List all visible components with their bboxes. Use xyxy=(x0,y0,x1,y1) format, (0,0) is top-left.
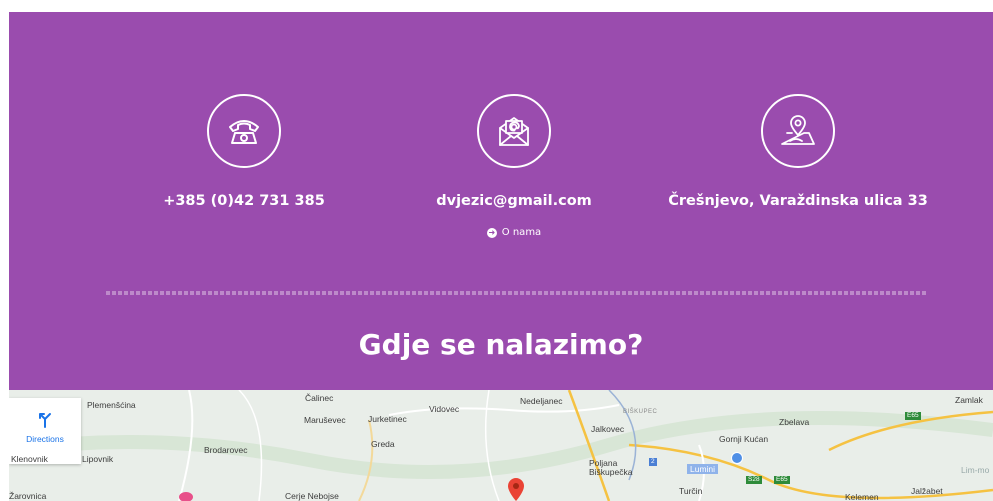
location-pin-icon[interactable] xyxy=(508,478,524,501)
map-place: Maruševec xyxy=(304,415,346,425)
map-pin-icon xyxy=(761,94,835,168)
map-place: BIŠKUPEC xyxy=(623,409,658,415)
email-icon xyxy=(477,94,551,168)
poi-marker-icon[interactable] xyxy=(179,492,193,501)
directions-label: Directions xyxy=(26,434,64,444)
map-place: Čalinec xyxy=(305,393,334,403)
road-shield: E65 xyxy=(774,476,790,484)
contact-email: dvjezic@gmail.com ➜ O nama xyxy=(394,94,634,239)
poi-marker-icon[interactable] xyxy=(731,452,743,464)
map-place: Jalkovec xyxy=(591,424,625,434)
address-text: Črešnjevo, Varaždinska ulica 33 xyxy=(668,193,928,209)
phone-icon xyxy=(207,94,281,168)
about-link-label: O nama xyxy=(501,227,542,238)
map-place: Cerje Nebojse xyxy=(285,491,339,501)
map-place: Brodarovec xyxy=(204,445,248,455)
map-place: Zamlak xyxy=(955,395,983,405)
map-place: Vidovec xyxy=(429,404,460,414)
map-place: Gornji Kućan xyxy=(719,434,769,444)
section-heading: Gdje se nalazimo? xyxy=(358,328,644,361)
map-place: Jalžabet xyxy=(911,486,943,496)
email-address[interactable]: dvjezic@gmail.com xyxy=(394,193,634,209)
map-place: Klenovnik xyxy=(11,454,48,464)
directions-icon xyxy=(39,413,51,428)
map-place: Kelemen xyxy=(845,492,879,501)
map-roads xyxy=(9,390,993,501)
map-place: Turčin xyxy=(679,486,703,496)
map-place: Plemenšćina xyxy=(87,400,136,410)
google-map[interactable]: D Directions Plemenšćina Čalinec Marušev… xyxy=(9,390,993,501)
contact-panel: +385 (0)42 731 385 dvjezic@gmail.com ➜ O… xyxy=(9,12,993,390)
map-place: Žarovnica xyxy=(9,491,47,501)
map-place: Jurketinec xyxy=(368,414,407,424)
map-place: Poljana Biškupečka xyxy=(589,458,633,477)
road-shield: S28 xyxy=(746,476,762,484)
map-place: Zbelava xyxy=(779,417,810,427)
map-place: Lim-mo xyxy=(961,465,990,475)
map-place: Greda xyxy=(371,439,395,449)
phone-number[interactable]: +385 (0)42 731 385 xyxy=(124,193,364,209)
about-link[interactable]: ➜ O nama xyxy=(486,227,542,238)
map-place: Nedeljanec xyxy=(520,396,563,406)
map-place: Lipovnik xyxy=(82,454,114,464)
road-shield: 2 xyxy=(649,458,657,466)
contact-address: Črešnjevo, Varaždinska ulica 33 xyxy=(668,94,928,209)
arrow-right-icon: ➜ xyxy=(486,227,497,238)
contact-phone: +385 (0)42 731 385 xyxy=(124,94,364,209)
map-place: Lumini xyxy=(687,464,719,474)
road-shield: E65 xyxy=(905,412,921,420)
dotted-divider xyxy=(106,291,926,295)
